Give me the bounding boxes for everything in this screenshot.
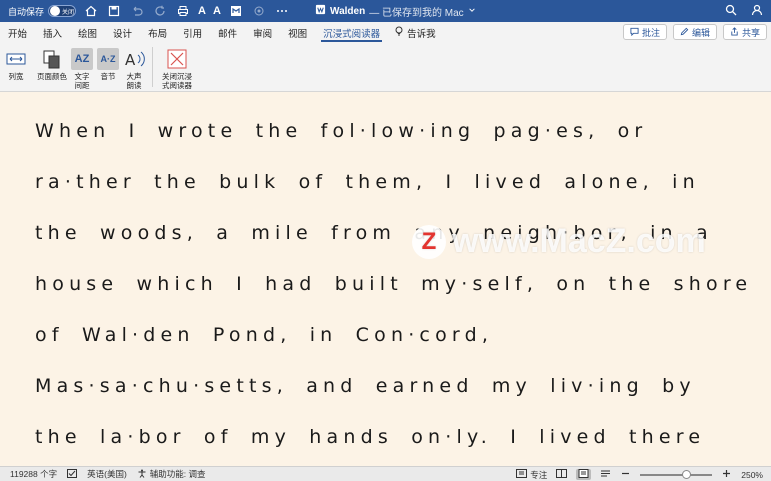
undo-icon[interactable]	[129, 3, 145, 19]
document-name: Walden	[330, 5, 366, 17]
web-layout-icon[interactable]	[600, 469, 611, 480]
share-icon	[730, 26, 739, 38]
text-line: ra·ther the bulk of them, I lived alone,…	[35, 171, 700, 193]
account-icon[interactable]	[751, 4, 763, 19]
font-shrink-icon[interactable]: A	[198, 5, 206, 17]
title-bar: 自动保存 关闭 A A Walden — 已保存到我的 Mac	[0, 0, 771, 22]
lightbulb-icon	[394, 26, 404, 39]
text-line: the la·bor of my hands on·ly. I lived th…	[35, 426, 706, 448]
zoom-in-icon[interactable]	[721, 469, 732, 480]
more-icon[interactable]	[274, 3, 290, 19]
syllables-button[interactable]: A·Z 音节	[96, 46, 120, 81]
pencil-icon	[680, 27, 689, 38]
zoom-slider-thumb[interactable]	[682, 469, 692, 479]
syllables-icon: A·Z	[97, 48, 119, 70]
text-spacing-icon: AZ	[71, 48, 93, 70]
document-status: — 已保存到我的 Mac	[369, 7, 464, 19]
accessibility-status[interactable]: 辅助功能: 调查	[127, 468, 206, 480]
word-count[interactable]: 119288 个字	[0, 468, 57, 480]
tab-layout[interactable]: 布局	[140, 22, 175, 43]
watermark-logo: Z	[412, 224, 446, 259]
tab-references[interactable]: 引用	[175, 22, 210, 43]
tab-draw[interactable]: 绘图	[70, 22, 105, 43]
share-button[interactable]: 共享	[722, 24, 767, 40]
text-spacing-button[interactable]: AZ 文字 间距	[70, 46, 94, 90]
tab-home[interactable]: 开始	[0, 22, 35, 43]
tell-me-label: 告诉我	[407, 28, 436, 40]
autosave-label: 自动保存	[8, 6, 45, 17]
focus-icon	[516, 469, 528, 480]
read-aloud-button[interactable]: A 大声 朗读	[122, 46, 146, 90]
window-title: Walden — 已保存到我的 Mac	[315, 0, 476, 22]
tab-view[interactable]: 视图	[280, 22, 315, 43]
watermark-text: www.MacZ.com	[452, 222, 706, 260]
text-line: of Wal·den Pond, in Con·cord,	[35, 324, 494, 346]
svg-text:A: A	[125, 51, 136, 69]
edit-button[interactable]: 编辑	[672, 24, 717, 40]
tab-design[interactable]: 设计	[105, 22, 140, 43]
immersive-reader-icon[interactable]	[228, 3, 244, 19]
print-icon[interactable]	[175, 3, 191, 19]
read-aloud-icon: A	[125, 51, 145, 69]
ribbon-tabs: 开始 插入 绘图 设计 布局 引用 邮件 审阅 视图 沉浸式阅读器 告诉我 批注…	[0, 22, 771, 43]
zoom-level[interactable]: 250%	[741, 470, 763, 480]
comment-icon	[630, 27, 639, 38]
redo-icon[interactable]	[152, 3, 168, 19]
word-doc-icon	[315, 4, 326, 18]
print-layout-icon[interactable]	[576, 469, 592, 480]
column-width-icon	[6, 53, 26, 65]
save-icon[interactable]	[106, 3, 122, 19]
zoom-slider[interactable]	[640, 469, 713, 479]
close-icon	[167, 49, 187, 69]
text-line: Mas·sa·chu·setts, and earned my liv·ing …	[35, 375, 696, 397]
read-mode-icon[interactable]	[556, 469, 568, 480]
close-immersive-reader-button[interactable]: 关闭沉浸 式阅读器	[158, 46, 196, 90]
text-line: When I wrote the fol·low·ing pag·es, or	[35, 120, 648, 142]
language-status[interactable]: 英语(美国)	[77, 468, 127, 480]
focus-mode-button[interactable]: 专注	[516, 469, 547, 481]
tell-me-search[interactable]: 告诉我	[388, 26, 436, 40]
macro-icon[interactable]	[251, 3, 267, 19]
text-line: house which I had built my·self, on the …	[35, 273, 753, 295]
column-width-button[interactable]: 列宽	[3, 46, 29, 81]
zoom-out-icon[interactable]	[620, 469, 631, 480]
chevron-down-icon[interactable]	[468, 6, 476, 17]
tab-insert[interactable]: 插入	[35, 22, 70, 43]
autosave-toggle[interactable]: 关闭	[48, 5, 77, 17]
tab-review[interactable]: 审阅	[245, 22, 280, 43]
immersive-reader-toolbar: 列宽 页面颜色 AZ 文字 间距 A·Z 音节 A 大声 朗读 关闭沉浸 式阅读…	[0, 43, 771, 92]
accessibility-icon	[137, 469, 147, 480]
tab-immersive-reader[interactable]: 沉浸式阅读器	[315, 22, 388, 43]
font-grow-icon[interactable]: A	[213, 5, 221, 17]
autosave-state: 关闭	[62, 10, 75, 16]
page-color-icon	[43, 50, 60, 69]
comments-button[interactable]: 批注	[622, 24, 667, 40]
watermark: Z www.MacZ.com	[412, 222, 706, 261]
search-icon[interactable]	[725, 4, 737, 19]
proofing-icon	[67, 468, 78, 480]
page-color-button[interactable]: 页面颜色	[35, 46, 69, 81]
document-body[interactable]: When I wrote the fol·low·ing pag·es, or …	[0, 92, 771, 466]
proofing-status[interactable]	[57, 468, 78, 480]
tab-mailings[interactable]: 邮件	[210, 22, 245, 43]
status-bar: 119288 个字 英语(美国) 辅助功能: 调查 专注 250%	[0, 466, 771, 481]
home-icon[interactable]	[83, 3, 99, 19]
